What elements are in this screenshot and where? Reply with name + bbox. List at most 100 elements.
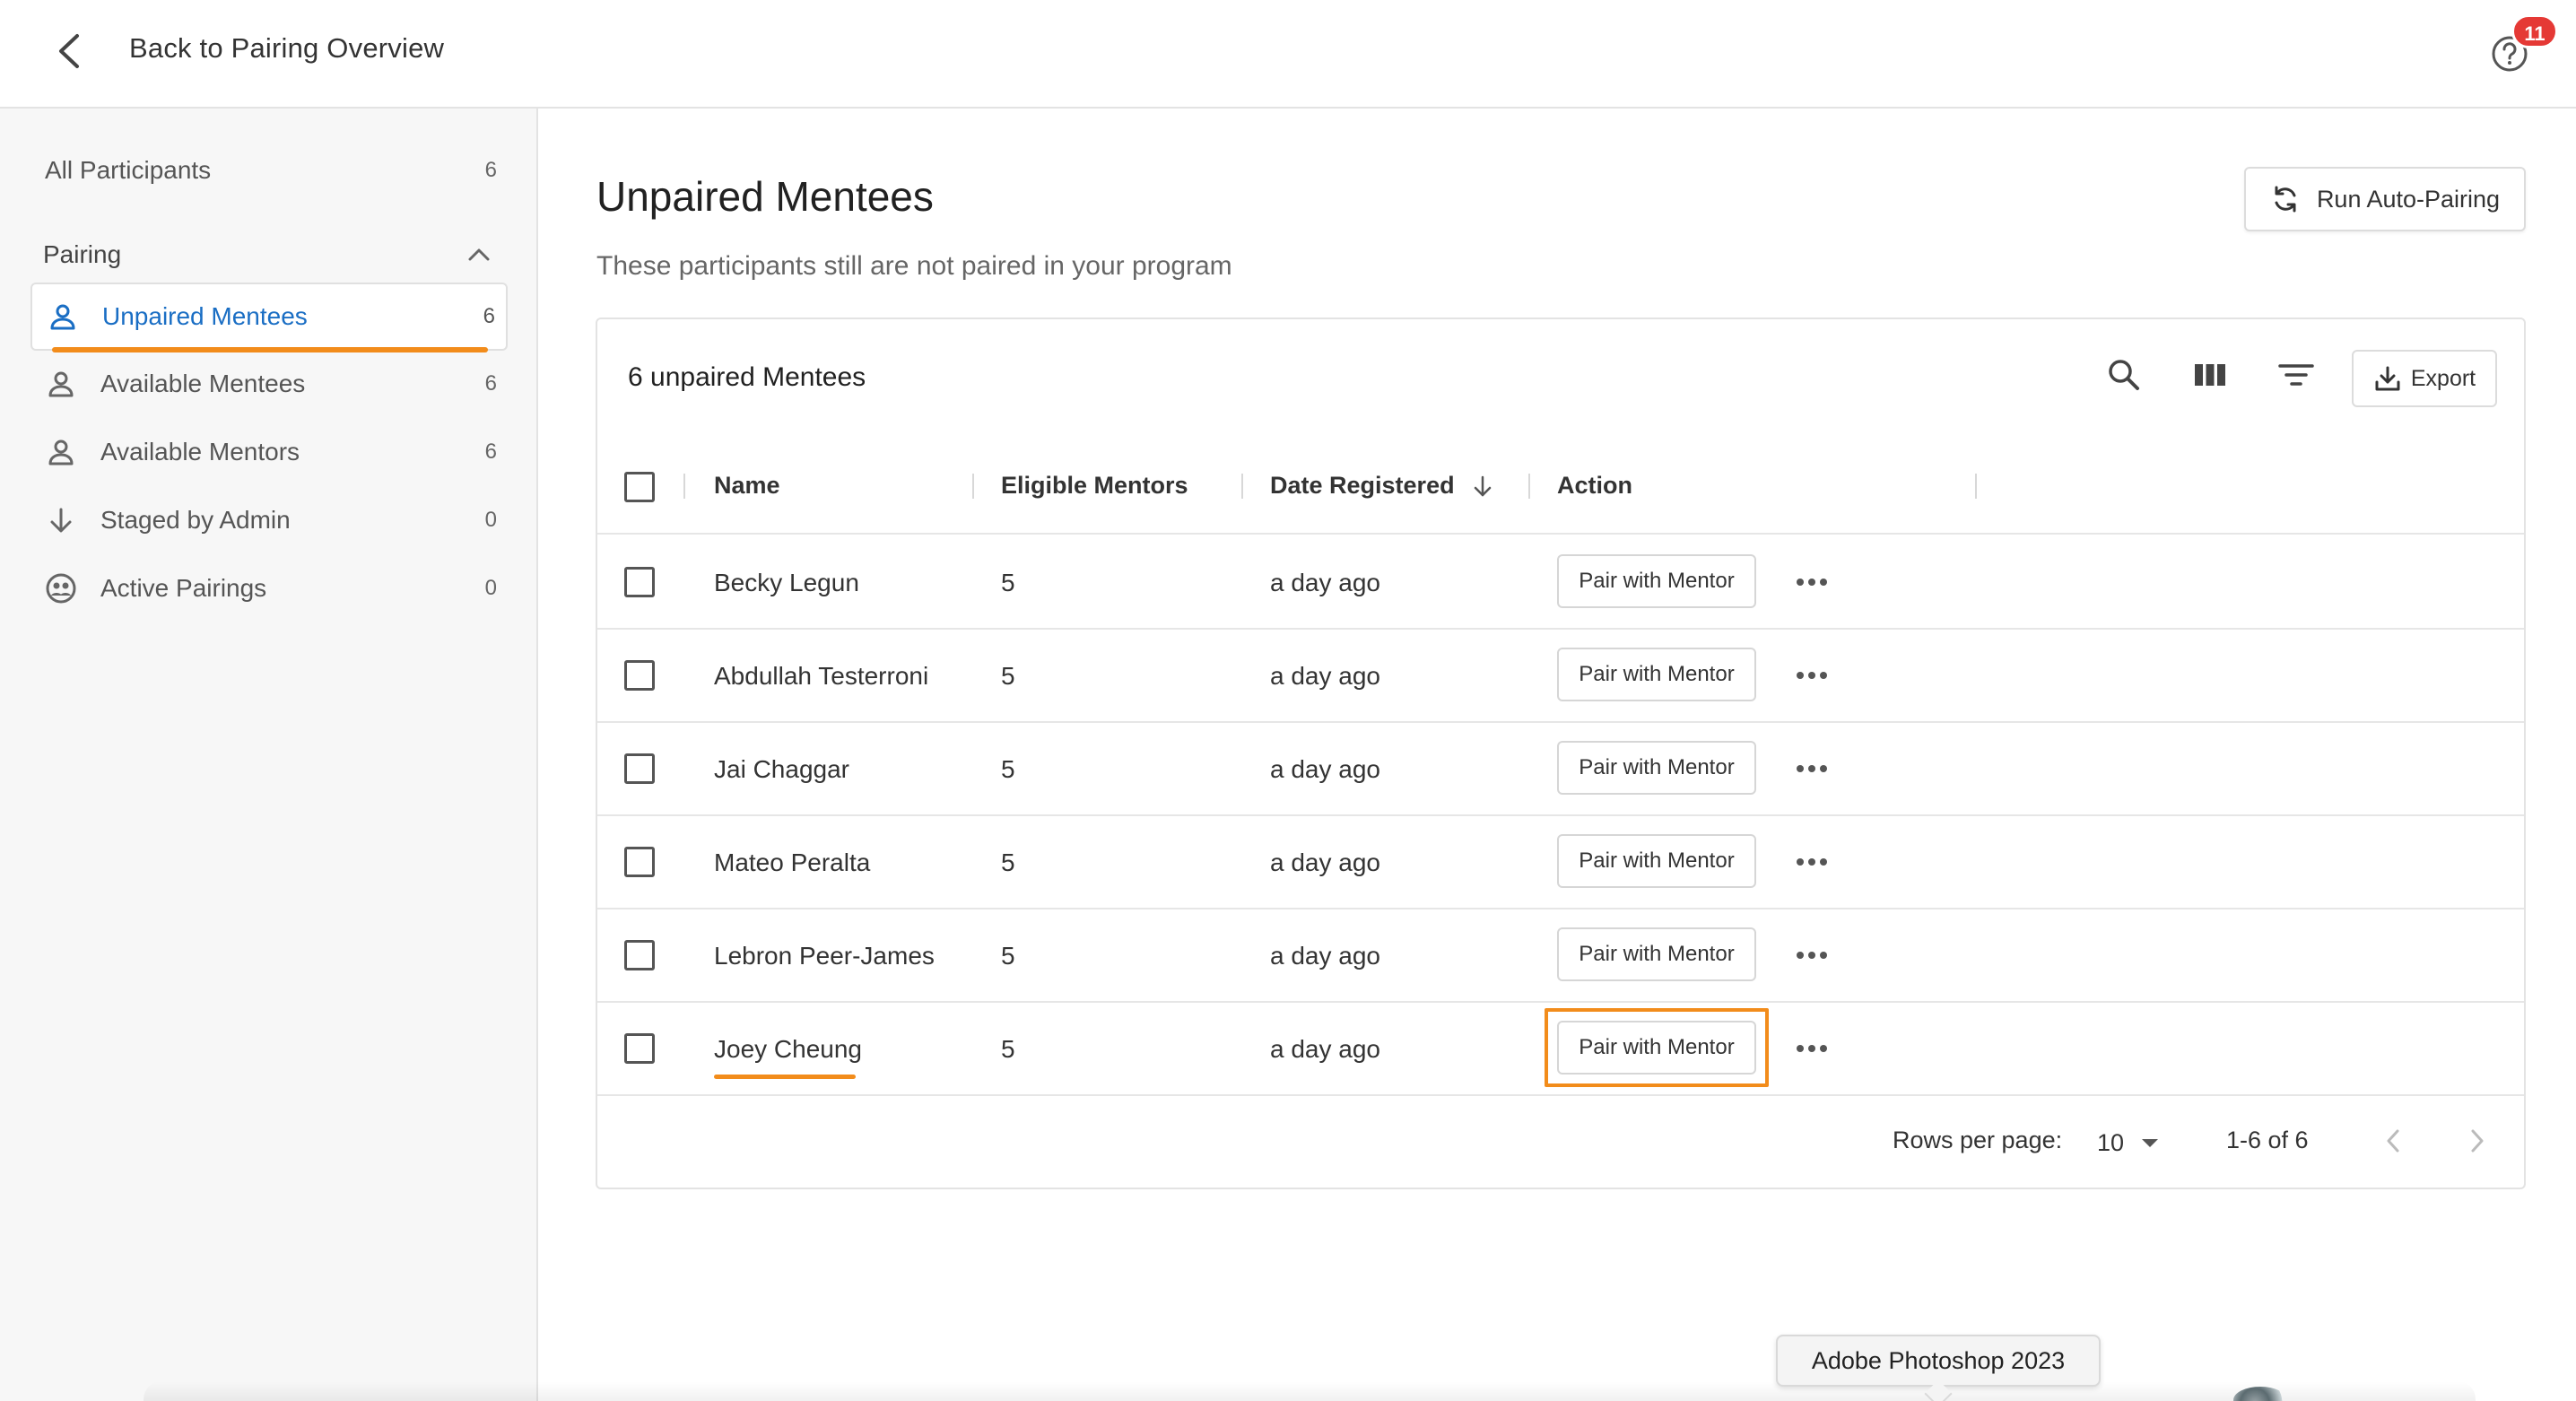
column-header-date-registered[interactable]: Date Registered (1270, 472, 1495, 500)
top-bar: Back to Pairing Overview 11 (0, 0, 2576, 109)
select-all-checkbox[interactable] (624, 472, 655, 502)
pagination-range: 1-6 of 6 (2226, 1127, 2309, 1153)
table-header: Name Eligible Mentors Date Registered Ac… (597, 438, 2524, 535)
mentee-name[interactable]: Jai Chaggar (714, 755, 849, 784)
more-options-icon[interactable] (1794, 662, 1830, 689)
column-divider (1241, 474, 1243, 499)
mentee-name[interactable]: Becky Legun (714, 569, 859, 597)
sidebar-item-count: 0 (484, 576, 497, 600)
mentee-name[interactable]: Mateo Peralta (714, 848, 870, 877)
sidebar-item-available-mentors[interactable]: Available Mentors 6 (30, 421, 508, 483)
column-divider (972, 474, 974, 499)
chevron-left-icon[interactable] (2373, 1121, 2413, 1161)
more-options-icon[interactable] (1794, 848, 1830, 875)
pair-with-mentor-button[interactable]: Pair with Mentor (1557, 741, 1756, 795)
eligible-mentors-count: 5 (1001, 848, 1015, 876)
sidebar-item-count: 6 (484, 158, 497, 182)
pair-with-mentor-button[interactable]: Pair with Mentor (1557, 834, 1756, 888)
date-registered: a day ago (1270, 1035, 1380, 1063)
back-to-overview-link[interactable]: Back to Pairing Overview (129, 32, 444, 65)
sidebar: All Participants 6 Pairing Unpaired Ment… (0, 109, 538, 1401)
filter-icon[interactable] (2276, 355, 2316, 395)
sync-icon (2275, 186, 2296, 213)
sidebar-item-count: 6 (483, 304, 495, 328)
arrow-down-icon (45, 504, 77, 536)
mentee-name[interactable]: Lebron Peer-James (714, 942, 935, 970)
help-button[interactable]: 11 (2485, 14, 2558, 81)
pairing-icon (45, 572, 77, 605)
person-icon (45, 368, 77, 400)
pair-with-mentor-button[interactable]: Pair with Mentor (1557, 648, 1756, 701)
person-icon (45, 436, 77, 468)
pair-with-mentor-button[interactable]: Pair with Mentor (1557, 554, 1756, 608)
eligible-mentors-count: 5 (1001, 662, 1015, 690)
table-row: Mateo Peralta 5 a day ago Pair with Ment… (597, 816, 2524, 909)
chevron-left-icon[interactable] (52, 30, 88, 72)
date-registered: a day ago (1270, 569, 1380, 596)
column-header-eligible-mentors[interactable]: Eligible Mentors (1001, 472, 1188, 500)
sidebar-item-available-mentees[interactable]: Available Mentees 6 (30, 352, 508, 415)
export-label: Export (2410, 365, 2476, 391)
column-divider (1528, 474, 1530, 499)
more-options-icon[interactable] (1794, 569, 1830, 596)
rows-per-page-value: 10 (2097, 1128, 2125, 1156)
row-checkbox[interactable] (624, 660, 655, 691)
row-checkbox[interactable] (624, 753, 655, 784)
row-checkbox[interactable] (624, 940, 655, 970)
dock-tooltip: Adobe Photoshop 2023 (1776, 1335, 2101, 1387)
table-row: Becky Legun 5 a day ago Pair with Mentor (597, 536, 2524, 630)
sidebar-item-label: Active Pairings (100, 574, 267, 602)
pair-with-mentor-button[interactable]: Pair with Mentor (1557, 927, 1756, 981)
rows-per-page-select[interactable]: 10 (2097, 1121, 2178, 1164)
sidebar-item-all-participants[interactable]: All Participants 6 (30, 139, 508, 202)
run-auto-pairing-button[interactable]: Run Auto-Pairing (2244, 167, 2526, 231)
sidebar-item-unpaired-mentees[interactable]: Unpaired Mentees 6 (30, 283, 508, 351)
column-header-name[interactable]: Name (714, 472, 780, 500)
table-row: Joey Cheung 5 a day ago Pair with Mentor (597, 1003, 2524, 1096)
more-options-icon[interactable] (1794, 755, 1830, 782)
chevron-right-icon[interactable] (2458, 1121, 2497, 1161)
column-divider (683, 474, 685, 499)
sidebar-item-count: 0 (484, 508, 497, 532)
sidebar-item-active-pairings[interactable]: Active Pairings 0 (30, 557, 508, 620)
eligible-mentors-count: 5 (1001, 1035, 1015, 1063)
sidebar-item-staged-by-admin[interactable]: Staged by Admin 0 (30, 489, 508, 552)
pair-with-mentor-button[interactable]: Pair with Mentor (1557, 1021, 1756, 1075)
page-title: Unpaired Mentees (596, 173, 934, 220)
person-icon (47, 300, 79, 333)
mentees-table-card: 6 unpaired Mentees Export Name Eligible … (596, 318, 2526, 1189)
date-registered: a day ago (1270, 942, 1380, 970)
notification-badge: 11 (2511, 14, 2558, 48)
sidebar-item-count: 6 (484, 371, 497, 396)
sidebar-item-label: Available Mentees (100, 370, 306, 397)
rows-per-page-label: Rows per page: (1893, 1127, 2063, 1153)
table-caption: 6 unpaired Mentees (628, 362, 866, 392)
chevron-up-icon (463, 239, 495, 271)
row-checkbox[interactable] (624, 1033, 655, 1064)
table-row: Abdullah Testerroni 5 a day ago Pair wit… (597, 630, 2524, 723)
table-row: Lebron Peer-James 5 a day ago Pair with … (597, 909, 2524, 1003)
date-registered: a day ago (1270, 662, 1380, 690)
page-subtitle: These participants still are not paired … (596, 251, 1232, 281)
sidebar-section-pairing[interactable]: Pairing (43, 228, 495, 282)
eligible-mentors-count: 5 (1001, 942, 1015, 970)
table-row: Jai Chaggar 5 a day ago Pair with Mentor (597, 723, 2524, 816)
column-header-label: Date Registered (1270, 472, 1455, 499)
caret-down-icon (2142, 1139, 2159, 1147)
columns-icon[interactable] (2190, 355, 2230, 395)
mentee-name[interactable]: Abdullah Testerroni (714, 662, 928, 691)
date-registered: a day ago (1270, 848, 1380, 876)
more-options-icon[interactable] (1794, 942, 1830, 969)
row-checkbox[interactable] (624, 847, 655, 877)
table-pagination: Rows per page: 10 1-6 of 6 (597, 1101, 2524, 1188)
download-icon (2375, 366, 2400, 391)
dock-shadow (144, 1381, 2476, 1401)
run-auto-pairing-label: Run Auto-Pairing (2316, 185, 2501, 213)
search-icon[interactable] (2104, 355, 2144, 395)
export-button[interactable]: Export (2352, 350, 2497, 407)
more-options-icon[interactable] (1794, 1035, 1830, 1062)
column-header-action: Action (1557, 472, 1632, 499)
row-checkbox[interactable] (624, 567, 655, 597)
sidebar-item-label: Available Mentors (100, 438, 300, 466)
mentee-name[interactable]: Joey Cheung (714, 1035, 862, 1064)
